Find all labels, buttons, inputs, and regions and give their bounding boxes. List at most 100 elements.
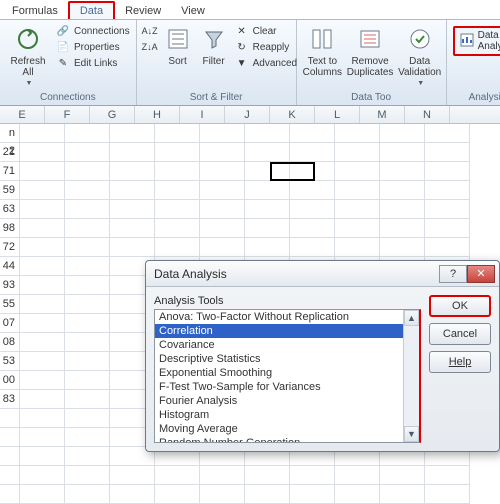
data-analysis-button[interactable]: Data Analysis xyxy=(453,26,500,56)
cell[interactable] xyxy=(425,238,470,257)
cell[interactable] xyxy=(20,200,65,219)
cell[interactable] xyxy=(65,276,110,295)
cell[interactable] xyxy=(155,200,200,219)
cell[interactable] xyxy=(200,219,245,238)
list-item[interactable]: Histogram xyxy=(155,408,419,422)
cell[interactable] xyxy=(200,143,245,162)
cell[interactable]: 08 xyxy=(0,333,20,352)
cell[interactable] xyxy=(425,143,470,162)
cell[interactable] xyxy=(245,238,290,257)
cell[interactable] xyxy=(20,238,65,257)
list-item[interactable]: Random Number Generation xyxy=(155,436,419,443)
cell[interactable] xyxy=(200,485,245,504)
col-header[interactable]: E xyxy=(0,106,45,123)
cell[interactable] xyxy=(425,124,470,143)
advanced-button[interactable]: ▼Advanced xyxy=(235,56,297,70)
cell[interactable] xyxy=(380,466,425,485)
ok-button[interactable]: OK xyxy=(429,295,491,317)
cell[interactable] xyxy=(335,200,380,219)
scroll-up-icon[interactable]: ▲ xyxy=(404,310,419,326)
cell[interactable]: 21 xyxy=(0,143,20,162)
cell[interactable] xyxy=(380,238,425,257)
cell[interactable] xyxy=(245,219,290,238)
cell[interactable] xyxy=(65,143,110,162)
cell[interactable] xyxy=(290,181,335,200)
col-header[interactable]: I xyxy=(180,106,225,123)
refresh-all-button[interactable]: Refresh All ▼ xyxy=(6,24,50,87)
cell[interactable] xyxy=(200,181,245,200)
cell[interactable] xyxy=(155,485,200,504)
cancel-button[interactable]: Cancel xyxy=(429,323,491,345)
remove-duplicates-button[interactable]: Remove Duplicates xyxy=(348,24,392,78)
tab-formulas[interactable]: Formulas xyxy=(2,3,68,19)
list-item[interactable]: Correlation xyxy=(155,324,419,338)
cell[interactable] xyxy=(20,219,65,238)
cell[interactable] xyxy=(245,181,290,200)
cell[interactable] xyxy=(200,200,245,219)
cell[interactable] xyxy=(65,314,110,333)
col-header[interactable]: G xyxy=(90,106,135,123)
sort-button[interactable]: Sort xyxy=(163,24,193,67)
reapply-button[interactable]: ↻Reapply xyxy=(235,40,297,54)
cell[interactable] xyxy=(200,238,245,257)
cell[interactable] xyxy=(425,181,470,200)
col-header[interactable]: H xyxy=(135,106,180,123)
cell[interactable] xyxy=(290,238,335,257)
help-button[interactable]: Help xyxy=(429,351,491,373)
col-header[interactable]: K xyxy=(270,106,315,123)
list-item[interactable]: F-Test Two-Sample for Variances xyxy=(155,380,419,394)
list-item[interactable]: Moving Average xyxy=(155,422,419,436)
scroll-down-icon[interactable]: ▼ xyxy=(404,426,419,442)
tab-view[interactable]: View xyxy=(171,3,215,19)
cell[interactable] xyxy=(290,124,335,143)
cell[interactable] xyxy=(0,447,20,466)
edit-links-button[interactable]: ✎Edit Links xyxy=(56,56,130,70)
listbox-scrollbar[interactable]: ▲ ▼ xyxy=(403,310,419,442)
cell[interactable] xyxy=(335,181,380,200)
cell[interactable] xyxy=(110,219,155,238)
tab-data[interactable]: Data xyxy=(68,1,115,19)
text-to-columns-button[interactable]: Text to Columns xyxy=(303,24,342,78)
cell[interactable] xyxy=(155,238,200,257)
cell[interactable] xyxy=(65,485,110,504)
data-validation-button[interactable]: Data Validation ▼ xyxy=(398,24,441,87)
active-cell[interactable] xyxy=(270,162,315,181)
cell[interactable] xyxy=(290,466,335,485)
cell[interactable]: 44 xyxy=(0,257,20,276)
list-item[interactable]: Descriptive Statistics xyxy=(155,352,419,366)
cell[interactable] xyxy=(245,124,290,143)
cell[interactable] xyxy=(425,485,470,504)
cell[interactable]: 63 xyxy=(0,200,20,219)
list-item[interactable]: Anova: Two-Factor Without Replication xyxy=(155,310,419,324)
cell[interactable] xyxy=(335,124,380,143)
cell[interactable]: 00 xyxy=(0,371,20,390)
cell[interactable] xyxy=(110,143,155,162)
cell[interactable] xyxy=(245,200,290,219)
cell[interactable] xyxy=(65,238,110,257)
cell[interactable] xyxy=(200,124,245,143)
cell[interactable]: 71 xyxy=(0,162,20,181)
cell[interactable] xyxy=(380,162,425,181)
cell[interactable] xyxy=(65,352,110,371)
col-header[interactable]: J xyxy=(225,106,270,123)
cell[interactable]: 55 xyxy=(0,295,20,314)
cell[interactable] xyxy=(20,314,65,333)
dialog-help-icon-button[interactable]: ? xyxy=(439,265,467,283)
cell[interactable] xyxy=(380,200,425,219)
cell[interactable] xyxy=(65,371,110,390)
cell[interactable] xyxy=(245,143,290,162)
list-item[interactable]: Covariance xyxy=(155,338,419,352)
col-header[interactable]: M xyxy=(360,106,405,123)
connections-button[interactable]: 🔗Connections xyxy=(56,24,130,38)
dialog-close-button[interactable]: ✕ xyxy=(467,265,495,283)
cell[interactable] xyxy=(20,371,65,390)
cell[interactable] xyxy=(20,181,65,200)
cell[interactable] xyxy=(65,295,110,314)
cell[interactable] xyxy=(65,257,110,276)
cell[interactable] xyxy=(245,485,290,504)
cell[interactable] xyxy=(335,238,380,257)
cell[interactable] xyxy=(20,257,65,276)
cell[interactable] xyxy=(380,219,425,238)
col-header[interactable]: F xyxy=(45,106,90,123)
cell[interactable] xyxy=(110,181,155,200)
